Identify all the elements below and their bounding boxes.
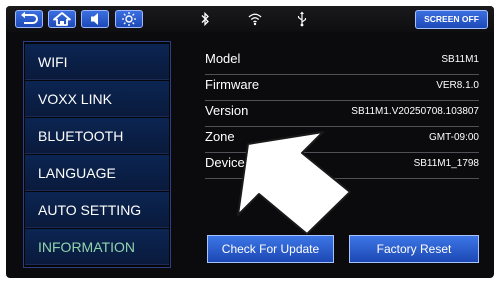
head-unit-screen: SCREEN OFF WIFI VOXX LINK BLUETOOTH LANG…: [6, 6, 494, 278]
arrow-pointer-icon: [237, 131, 351, 235]
